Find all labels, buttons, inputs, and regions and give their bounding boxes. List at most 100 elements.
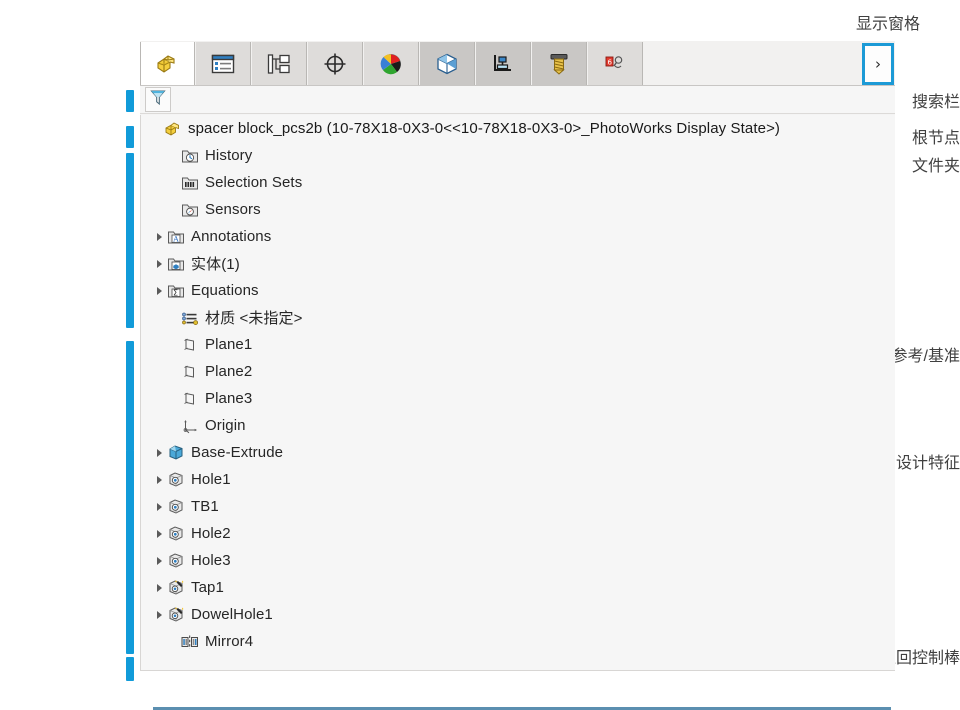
tree-row-annotations[interactable]: A Annotations — [141, 223, 895, 250]
tab-display-manager[interactable] — [364, 42, 419, 85]
plane-icon — [180, 389, 200, 409]
tree-row-plane1[interactable]: Plane1 — [141, 331, 895, 358]
cut-extrude-icon — [166, 470, 186, 490]
feature-tree[interactable]: spacer block_pcs2b (10-78X18-0X3-0<<10-7… — [140, 115, 895, 671]
tree-row-solid-bodies[interactable]: 实体(1) — [141, 250, 895, 277]
tree-row-hole3[interactable]: Hole3 — [141, 547, 895, 574]
expand-arrow[interactable] — [152, 466, 166, 493]
svg-text:A: A — [172, 234, 179, 243]
inspection-icon: 6 — [602, 53, 628, 75]
expand-arrow[interactable] — [152, 520, 166, 547]
tree-item-label: Origin — [205, 417, 246, 434]
tree-item-label: Base-Extrude — [191, 444, 283, 461]
annotation-bar-root-node — [126, 126, 134, 148]
expand-arrow[interactable] — [166, 304, 180, 331]
tree-item-label: Selection Sets — [205, 174, 302, 191]
cut-extrude-icon — [166, 551, 186, 571]
expand-arrow[interactable] — [152, 574, 166, 601]
tree-item-label: TB1 — [191, 498, 219, 515]
hole-wizard-icon — [166, 578, 186, 598]
tree-row-selection-sets[interactable]: Selection Sets — [141, 169, 895, 196]
panel-bottom-edge — [140, 670, 895, 671]
extrude-boss-icon — [166, 443, 186, 463]
tree-item-label: Tap1 — [191, 579, 224, 596]
solid-bodies-folder-icon — [166, 254, 186, 274]
tab-feature-tree[interactable] — [140, 42, 195, 85]
annotation-bar-search-bar — [126, 90, 134, 112]
expand-arrow[interactable] — [166, 385, 180, 412]
tab-configuration-manager[interactable] — [252, 42, 307, 85]
annotation-column — [0, 0, 122, 687]
dimxpert-manager-icon — [322, 52, 348, 76]
tree-item-label: spacer block_pcs2b (10-78X18-0X3-0<<10-7… — [188, 120, 780, 137]
feature-tree-icon — [155, 52, 181, 76]
manager-tab-strip: 6 › — [140, 41, 895, 86]
tree-item-label: Plane2 — [205, 363, 252, 380]
tree-item-label: Plane1 — [205, 336, 252, 353]
expand-arrow[interactable] — [152, 439, 166, 466]
tree-row-hole1[interactable]: Hole1 — [141, 466, 895, 493]
annotation-bar-design-features — [126, 450, 134, 654]
tab-toolbox-fastener[interactable] — [532, 42, 587, 85]
tree-row-base-extrude[interactable]: Base-Extrude — [141, 439, 895, 466]
tree-item-label: 材质 <未指定> — [205, 307, 303, 328]
tree-item-label: Mirror4 — [205, 633, 253, 650]
tab-appearances[interactable] — [420, 42, 475, 85]
appearances-icon — [434, 52, 460, 76]
expand-arrow[interactable] — [166, 358, 180, 385]
tab-property-manager[interactable] — [196, 42, 251, 85]
annotation-bar-folders — [126, 153, 134, 328]
origin-icon — [180, 416, 200, 436]
tree-row-sensors[interactable]: Sensors — [141, 196, 895, 223]
tab-inspection[interactable]: 6 — [588, 42, 643, 85]
property-manager-icon — [210, 53, 236, 75]
tree-row-hole2[interactable]: Hole2 — [141, 520, 895, 547]
tree-item-label: Annotations — [191, 228, 271, 245]
plane-icon — [180, 335, 200, 355]
tree-row-material[interactable]: 材质 <未指定> — [141, 304, 895, 331]
expand-arrow[interactable] — [166, 142, 180, 169]
tree-item-label: Plane3 — [205, 390, 252, 407]
expand-arrow[interactable] — [152, 601, 166, 628]
tree-row-history[interactable]: History — [141, 142, 895, 169]
tab-simulation[interactable] — [476, 42, 531, 85]
tab-dimxpert-manager[interactable] — [308, 42, 363, 85]
tree-row-mirror4[interactable]: Mirror4 — [141, 628, 895, 655]
tree-row-root[interactable]: spacer block_pcs2b (10-78X18-0X3-0<<10-7… — [141, 115, 895, 142]
tree-row-equations[interactable]: Σ Equations — [141, 277, 895, 304]
equations-folder-icon: Σ — [166, 281, 186, 301]
expand-arrow[interactable] — [149, 115, 163, 142]
tree-row-plane2[interactable]: Plane2 — [141, 358, 895, 385]
tree-item-label: DowelHole1 — [191, 606, 273, 623]
tree-row-dowelhole1[interactable]: DowelHole1 — [141, 601, 895, 628]
tree-item-label: Hole2 — [191, 525, 231, 542]
filter-funnel-icon — [150, 89, 166, 111]
tree-item-label: Equations — [191, 282, 259, 299]
tree-item-label: 实体(1) — [191, 253, 240, 274]
tree-row-tb1[interactable]: TB1 — [141, 493, 895, 520]
search-filter-bar[interactable] — [140, 86, 895, 114]
expand-arrow[interactable] — [166, 628, 180, 655]
tree-row-origin[interactable]: Origin — [141, 412, 895, 439]
show-display-pane-button[interactable]: › — [862, 43, 894, 85]
expand-arrow[interactable] — [152, 223, 166, 250]
annotation-bar-reference-datum — [126, 341, 134, 451]
expand-arrow[interactable] — [166, 412, 180, 439]
expand-arrow[interactable] — [152, 250, 166, 277]
expand-arrow[interactable] — [166, 331, 180, 358]
cut-extrude-icon — [166, 524, 186, 544]
expand-arrow[interactable] — [152, 493, 166, 520]
toolbox-fastener-icon — [548, 52, 570, 76]
filter-button[interactable] — [145, 87, 171, 112]
annotations-folder-icon: A — [166, 227, 186, 247]
configuration-manager-icon — [266, 53, 292, 75]
expand-arrow[interactable] — [166, 196, 180, 223]
expand-arrow[interactable] — [152, 547, 166, 574]
tree-row-plane3[interactable]: Plane3 — [141, 385, 895, 412]
hole-wizard-icon — [166, 605, 186, 625]
tree-row-tap1[interactable]: Tap1 — [141, 574, 895, 601]
expand-arrow[interactable] — [152, 277, 166, 304]
tree-item-label: Hole3 — [191, 552, 231, 569]
annotation-label-show-pane: 显示窗格 — [856, 10, 920, 34]
expand-arrow[interactable] — [166, 169, 180, 196]
